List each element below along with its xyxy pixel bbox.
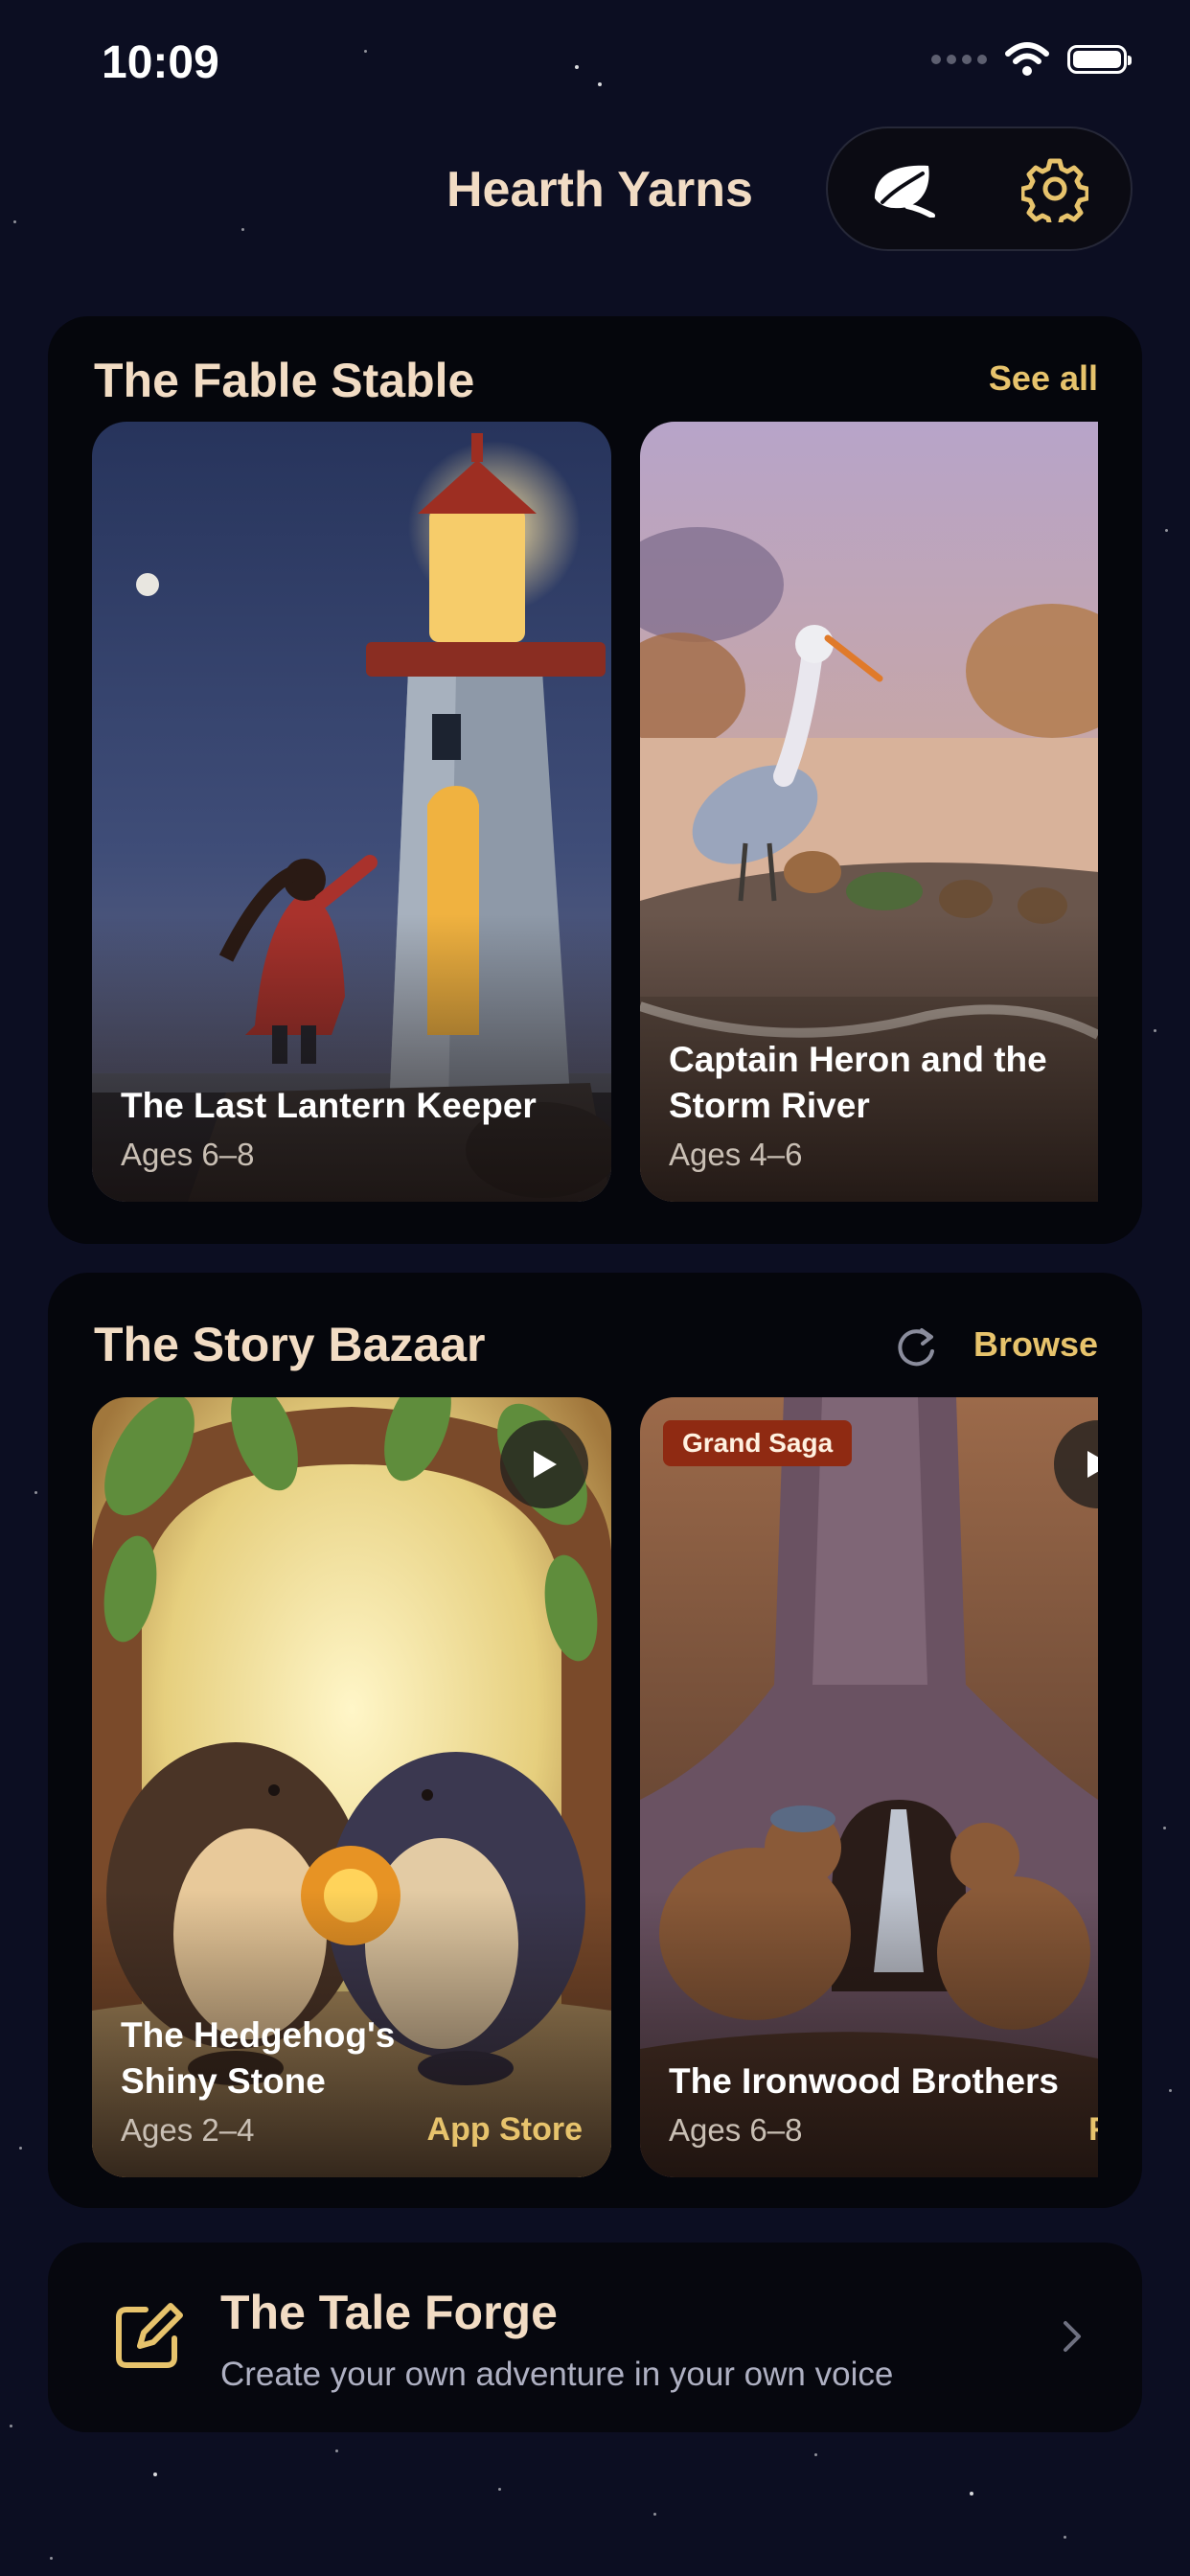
battery-icon (1067, 45, 1132, 74)
tale-forge-subtitle: Create your own adventure in your own vo… (220, 2356, 894, 2393)
book-card-captain-heron[interactable]: Captain Heron and the Storm River Ages 4… (640, 422, 1098, 1202)
tale-forge-card[interactable]: The Tale Forge Create your own adventure… (48, 2242, 1142, 2432)
story-bazaar-section: The Story Bazaar Browse The Hedgehog's S… (48, 1273, 1142, 2208)
refresh-icon[interactable] (891, 1322, 941, 1372)
book-age: Ages 2–4 (121, 2112, 255, 2148)
status-time: 10:09 (102, 37, 219, 88)
book-card-hedgehog-stone[interactable]: The Hedgehog's Shiny Stone Ages 2–4 App … (92, 1397, 611, 2177)
section-title: The Story Bazaar (94, 1318, 486, 1371)
book-age: Ages 6–8 (669, 2112, 803, 2148)
tale-forge-title: The Tale Forge (220, 2286, 558, 2339)
leaf-button[interactable] (846, 131, 961, 246)
book-card-last-lantern-keeper[interactable]: The Last Lantern Keeper Ages 6–8 (92, 422, 611, 1202)
see-all-link[interactable]: See all (989, 358, 1098, 399)
store-label: Free (1088, 2111, 1098, 2149)
wifi-icon (1005, 42, 1049, 76)
settings-button[interactable] (997, 131, 1112, 246)
status-indicators (931, 42, 1132, 77)
grand-saga-badge: Grand Saga (663, 1420, 853, 1466)
book-title: Captain Heron and the Storm River (669, 1040, 1047, 1125)
play-icon (1087, 1451, 1098, 1478)
book-card-ironwood-brothers[interactable]: Grand Saga The Ironwood Brothers Ages 6–… (640, 1397, 1098, 2177)
book-age: Ages 4–6 (669, 1137, 803, 1172)
play-icon (534, 1451, 557, 1478)
browse-link[interactable]: Browse (973, 1324, 1098, 1365)
header-actions (826, 126, 1133, 251)
fable-stable-section: The Fable Stable See all The Last Lanter… (48, 316, 1142, 1244)
gear-icon (1021, 158, 1088, 222)
play-button[interactable] (500, 1420, 588, 1508)
edit-icon (116, 2303, 183, 2368)
book-age: Ages 6–8 (121, 1137, 255, 1172)
section-title: The Fable Stable (94, 354, 475, 407)
chevron-right-icon (1064, 2321, 1081, 2352)
store-label: App Store (426, 2111, 583, 2148)
app-title: Hearth Yarns (446, 162, 753, 218)
book-title: The Ironwood Brothers (669, 2061, 1059, 2101)
book-title: The Hedgehog's Shiny Stone (121, 2015, 396, 2101)
cellular-signal-icon (931, 55, 987, 64)
leaf-icon (875, 165, 935, 218)
book-title: The Last Lantern Keeper (121, 1086, 537, 1125)
